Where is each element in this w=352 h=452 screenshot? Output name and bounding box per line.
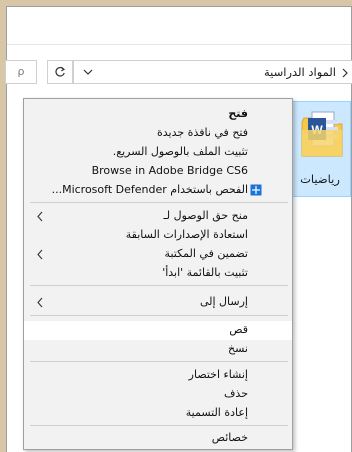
address-bar[interactable]: المواد الدراسية xyxy=(73,60,352,84)
menu-item-send-to[interactable]: إرسال إلى xyxy=(24,293,292,312)
menu-item-include-library[interactable]: تضمين في المكتبة xyxy=(24,245,292,264)
breadcrumb-chevron-icon[interactable] xyxy=(340,67,350,79)
menu-item-label: منح حق الوصول لـ xyxy=(163,209,248,222)
menu-item-label: نسخ xyxy=(228,342,248,355)
menu-item-label: قص xyxy=(229,323,248,336)
menu-separator xyxy=(30,202,288,203)
menu-separator xyxy=(30,315,288,316)
search-icon: ρ xyxy=(17,65,25,78)
menu-item-rename[interactable]: إعادة التسمية xyxy=(24,404,292,423)
menu-item-label: إنشاء اختصار xyxy=(188,368,248,381)
menu-item-label: فتح في نافذة جديدة xyxy=(157,126,248,139)
defender-shield-icon xyxy=(250,184,262,196)
menu-item-open[interactable]: فتح xyxy=(24,105,292,124)
menu-item-label: استعادة الإصدارات السابقة xyxy=(125,228,248,241)
menu-item-label: خصائص xyxy=(211,431,248,444)
file-name: رياضيات xyxy=(300,172,340,186)
menu-separator xyxy=(30,425,288,426)
file-item[interactable]: W رياضيات xyxy=(289,101,351,197)
menu-item-open-new-window[interactable]: فتح في نافذة جديدة xyxy=(24,124,292,143)
refresh-button[interactable] xyxy=(47,60,73,84)
chevron-left-icon xyxy=(37,211,43,222)
word-document-in-folder-icon: W xyxy=(301,111,343,157)
menu-item-cut[interactable]: قص xyxy=(24,321,292,340)
menu-item-label: إعادة التسمية xyxy=(185,406,248,419)
menu-item-properties[interactable]: خصائص xyxy=(24,429,292,448)
chevron-down-icon[interactable] xyxy=(82,65,94,79)
menu-separator xyxy=(30,285,288,286)
menu-item-delete[interactable]: حذف xyxy=(24,385,292,404)
menu-item-restore-versions[interactable]: استعادة الإصدارات السابقة xyxy=(24,226,292,245)
menu-item-label: Browse in Adobe Bridge CS6 xyxy=(91,164,248,177)
menu-item-pin-start[interactable]: تثبيت بالقائمة 'ابدأ' xyxy=(24,264,292,283)
menu-item-label: الفحص باستخدام Microsoft Defender... xyxy=(51,183,248,196)
file-explorer-window: ρ المواد الدراسية رياضيات فتح فتح في ناف… xyxy=(5,6,352,452)
menu-item-defender-scan[interactable]: الفحص باستخدام Microsoft Defender... xyxy=(24,181,292,200)
chevron-left-icon xyxy=(37,249,43,260)
menu-separator xyxy=(30,361,288,362)
search-box[interactable]: ρ xyxy=(5,60,37,84)
menu-item-label: تثبيت الملف بالوصول السريع. xyxy=(112,145,248,158)
menu-item-label: تضمين في المكتبة xyxy=(164,247,248,260)
menu-item-give-access[interactable]: منح حق الوصول لـ xyxy=(24,207,292,226)
menu-item-browse-bridge[interactable]: Browse in Adobe Bridge CS6 xyxy=(24,162,292,181)
menu-item-label: حذف xyxy=(224,387,248,400)
breadcrumb[interactable]: المواد الدراسية xyxy=(264,65,336,79)
refresh-icon xyxy=(55,66,66,77)
menu-item-copy[interactable]: نسخ xyxy=(24,340,292,359)
title-area xyxy=(7,7,351,45)
menu-item-label: تثبيت بالقائمة 'ابدأ' xyxy=(162,266,248,279)
menu-item-create-shortcut[interactable]: إنشاء اختصار xyxy=(24,366,292,385)
menu-item-label: إرسال إلى xyxy=(199,295,248,308)
menu-item-pin-quick-access[interactable]: تثبيت الملف بالوصول السريع. xyxy=(24,143,292,162)
navigation-toolbar: ρ المواد الدراسية xyxy=(5,57,352,89)
context-menu: فتح فتح في نافذة جديدة تثبيت الملف بالوص… xyxy=(23,98,293,450)
menu-item-label: فتح xyxy=(228,107,248,120)
chevron-left-icon xyxy=(37,297,43,308)
